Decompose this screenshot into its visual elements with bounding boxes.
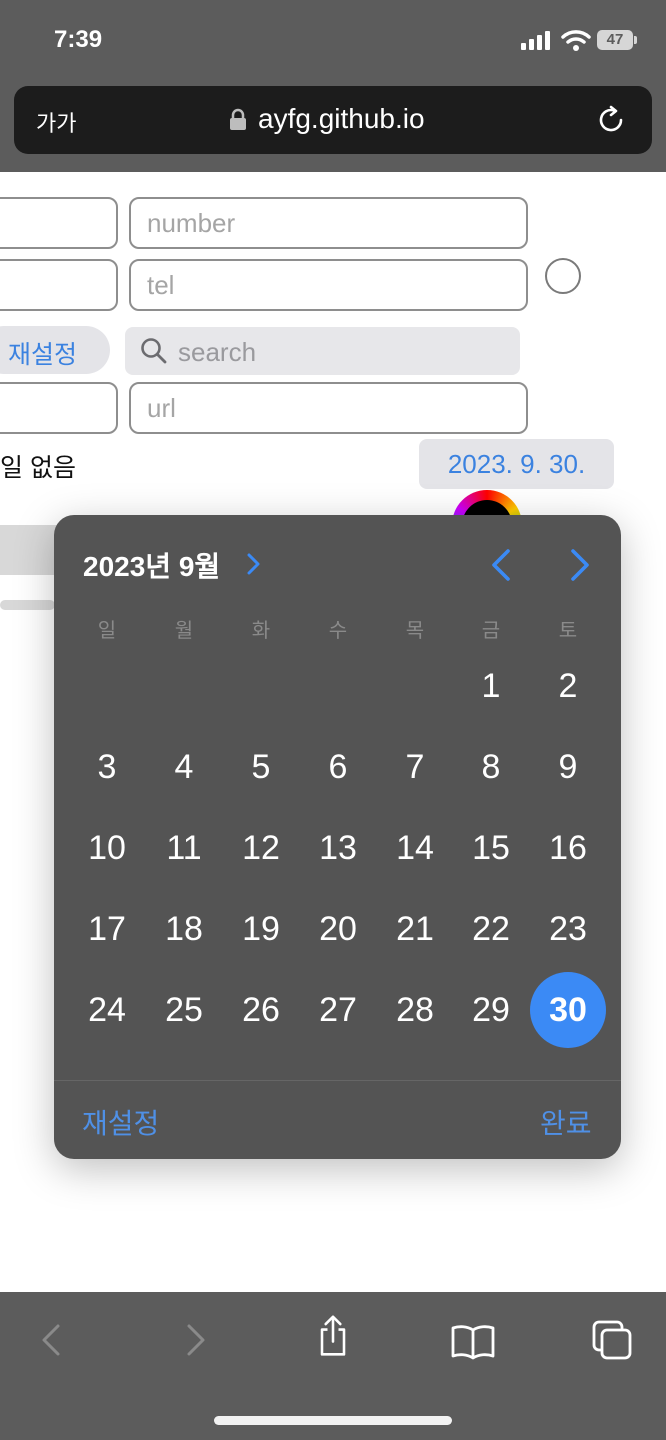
- text-input-left-2[interactable]: [0, 259, 118, 311]
- url-text[interactable]: ayfg.github.io: [258, 103, 425, 135]
- back-icon[interactable]: [32, 1318, 72, 1362]
- text-size-button[interactable]: 가가: [36, 106, 76, 138]
- calendar-day[interactable]: 21: [377, 891, 453, 967]
- previous-month-button[interactable]: [488, 548, 514, 582]
- text-input-left-3[interactable]: [0, 382, 118, 434]
- calendar-day[interactable]: 7: [377, 729, 453, 805]
- lock-icon: [230, 108, 246, 130]
- calendar-day[interactable]: 18: [146, 891, 222, 967]
- calendar-day[interactable]: 27: [300, 972, 376, 1048]
- radio-button[interactable]: [545, 258, 581, 294]
- signal-icon: [521, 30, 553, 50]
- wifi-icon: [561, 30, 591, 51]
- date-input[interactable]: 2023. 9. 30.: [419, 439, 614, 489]
- number-input[interactable]: number: [129, 197, 528, 249]
- calendar-day[interactable]: 11: [146, 810, 222, 886]
- calendar-day[interactable]: 25: [146, 972, 222, 1048]
- calendar-day[interactable]: 14: [377, 810, 453, 886]
- picker-done-button[interactable]: 완료: [540, 1102, 592, 1142]
- search-placeholder: search: [178, 337, 257, 367]
- calendar-day[interactable]: 28: [377, 972, 453, 1048]
- calendar-day[interactable]: 24: [69, 972, 145, 1048]
- chevron-right-icon[interactable]: [246, 552, 262, 576]
- picker-divider: [54, 1080, 621, 1081]
- calendar-day[interactable]: 9: [530, 729, 606, 805]
- calendar-day[interactable]: 12: [223, 810, 299, 886]
- picker-reset-button[interactable]: 재설정: [82, 1102, 159, 1142]
- text-input-left-1[interactable]: [0, 197, 118, 249]
- calendar-day[interactable]: 5: [223, 729, 299, 805]
- forward-icon[interactable]: [175, 1318, 215, 1362]
- bookmarks-icon[interactable]: [450, 1320, 496, 1364]
- calendar-day[interactable]: 29: [453, 972, 529, 1048]
- calendar-day[interactable]: 13: [300, 810, 376, 886]
- status-time: 7:39: [54, 26, 103, 53]
- next-month-button[interactable]: [567, 548, 593, 582]
- progress-bar: [0, 600, 55, 610]
- calendar-day[interactable]: 4: [146, 729, 222, 805]
- selected-day[interactable]: 30: [530, 972, 606, 1048]
- weekday-label: 일: [97, 620, 117, 642]
- share-icon[interactable]: [313, 1314, 353, 1358]
- calendar-day[interactable]: 3: [69, 729, 145, 805]
- calendar-day[interactable]: 2: [530, 648, 606, 724]
- weekday-label: 월: [174, 620, 194, 642]
- file-status: 일 없음: [0, 454, 76, 482]
- weekday-label: 목: [405, 620, 425, 642]
- battery-nub: [634, 36, 637, 44]
- calendar-day[interactable]: 19: [223, 891, 299, 967]
- month-year-button[interactable]: 2023년 9월: [83, 545, 220, 585]
- calendar-day[interactable]: 22: [453, 891, 529, 967]
- calendar-day[interactable]: 6: [300, 729, 376, 805]
- tel-input[interactable]: tel: [129, 259, 528, 311]
- calendar-day[interactable]: 15: [453, 810, 529, 886]
- calendar-day[interactable]: 17: [69, 891, 145, 967]
- reload-icon[interactable]: [596, 104, 628, 136]
- calendar-day[interactable]: 20: [300, 891, 376, 967]
- home-indicator: [214, 1416, 452, 1425]
- calendar-day[interactable]: 26: [223, 972, 299, 1048]
- weekday-label: 수: [328, 620, 348, 642]
- weekday-label: 토: [558, 620, 578, 642]
- calendar-day[interactable]: 1: [453, 648, 529, 724]
- range-track: [0, 525, 60, 575]
- weekday-label: 화: [251, 620, 271, 642]
- url-input[interactable]: url: [129, 382, 528, 434]
- tabs-icon[interactable]: [590, 1318, 634, 1362]
- calendar-day[interactable]: 16: [530, 810, 606, 886]
- weekday-label: 금: [481, 620, 501, 642]
- reset-button-label[interactable]: 재설정: [8, 335, 77, 371]
- search-icon: [141, 338, 167, 364]
- calendar-day[interactable]: 8: [453, 729, 529, 805]
- battery-icon: 47: [597, 30, 633, 50]
- calendar-day[interactable]: 10: [69, 810, 145, 886]
- calendar-day[interactable]: 23: [530, 891, 606, 967]
